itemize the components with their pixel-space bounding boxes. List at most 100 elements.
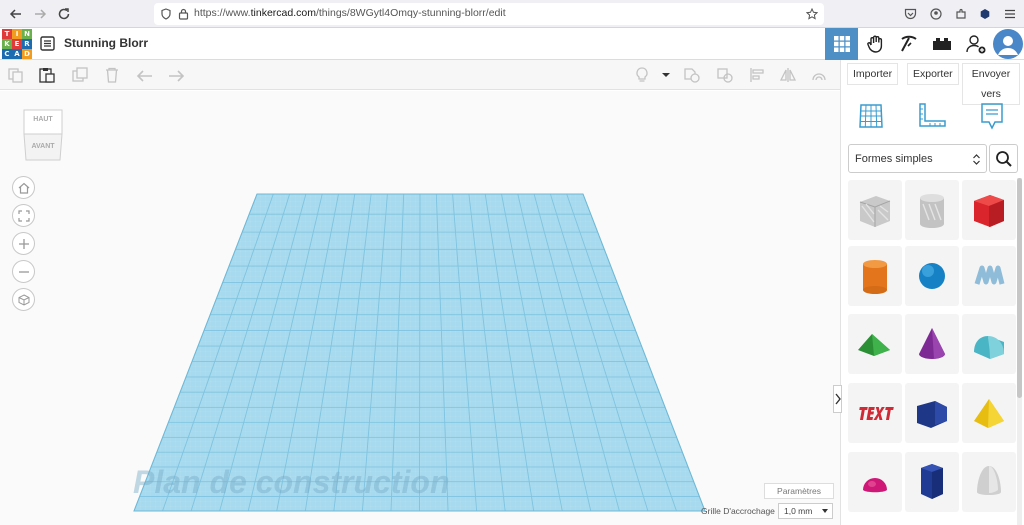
copy-icon[interactable] [7, 67, 25, 83]
view-cube[interactable] [20, 106, 66, 164]
cruise-icon[interactable] [810, 67, 828, 83]
extension-hexagon-icon[interactable] [979, 8, 991, 20]
ungroup-icon[interactable] [716, 67, 734, 83]
invite-people-button[interactable] [959, 28, 992, 60]
bricks-button[interactable] [925, 28, 958, 60]
shape-cone[interactable] [905, 314, 959, 374]
align-icon[interactable] [749, 67, 767, 83]
shape-cylinder-hole[interactable] [905, 180, 959, 240]
logo-letter: T [2, 29, 12, 39]
chevron-right-icon [834, 393, 841, 405]
shape-text[interactable] [848, 383, 902, 443]
workplane-label: Plan de construction [133, 464, 450, 500]
duplicate-icon[interactable] [71, 67, 89, 83]
fit-icon [17, 209, 30, 222]
logo-letter: R [22, 39, 32, 49]
dropdown-triangle-icon [822, 509, 828, 513]
search-shapes-button[interactable] [989, 144, 1018, 173]
snap-grid-value: 1,0 mm [784, 506, 813, 516]
forward-arrow-icon [35, 9, 47, 19]
zoom-in-button[interactable] [12, 232, 35, 255]
shape-cylinder[interactable] [848, 246, 902, 306]
reload-icon [58, 8, 70, 20]
workplane-grid[interactable] [0, 91, 840, 525]
hexagonal-prism-icon [921, 464, 943, 499]
grid-view-icon [833, 36, 850, 52]
design-list-icon[interactable] [40, 36, 55, 51]
pocket-icon[interactable] [904, 8, 917, 20]
tinkercad-logo[interactable]: T I N K E R C A D [2, 29, 32, 59]
pickaxe-icon [900, 35, 917, 52]
logo-letter: D [22, 49, 32, 59]
redo-icon[interactable] [167, 67, 185, 83]
send-to-button[interactable]: Envoyer vers [962, 63, 1020, 105]
export-button[interactable]: Exporter [907, 63, 959, 85]
app-header: T I N K E R C A D Stunning Blorr [0, 28, 1024, 60]
shape-scribble[interactable] [962, 246, 1016, 306]
ortho-view-button[interactable] [12, 288, 35, 311]
logo-letter: I [12, 29, 22, 39]
delete-icon[interactable] [103, 67, 121, 83]
back-button[interactable] [6, 4, 26, 24]
3d-viewport[interactable]: Plan de construction HAUT AVANT Paramètr… [0, 91, 842, 525]
shape-pyramid[interactable] [962, 383, 1016, 443]
collapse-panel-tab[interactable] [833, 385, 842, 413]
shape-round-roof[interactable] [962, 314, 1016, 374]
circuits-button[interactable] [859, 28, 892, 60]
zoom-out-button[interactable] [12, 260, 35, 283]
home-view-button[interactable] [12, 176, 35, 199]
snap-grid-select[interactable]: 1,0 mm [778, 503, 833, 519]
paste-icon[interactable] [38, 67, 56, 83]
codeblocks-button[interactable] [892, 28, 925, 60]
text-shape-icon [859, 407, 894, 420]
shape-roof[interactable] [848, 314, 902, 374]
menu-icon[interactable] [1004, 8, 1016, 20]
account-icon[interactable] [930, 8, 942, 20]
import-button[interactable]: Importer [847, 63, 899, 85]
logo-letter: K [2, 39, 12, 49]
lock-icon [178, 8, 189, 20]
shape-box[interactable] [962, 180, 1016, 240]
pyramid-icon [974, 399, 1004, 428]
address-bar[interactable]: https://www.tinkercad.com/things/8WGytl4… [154, 3, 824, 25]
shape-half-sphere[interactable] [848, 452, 902, 512]
view-cube-top-label[interactable]: HAUT [20, 116, 66, 123]
updown-chevron-icon [973, 154, 980, 165]
minus-icon [18, 270, 29, 273]
workplane-icon[interactable] [857, 102, 885, 130]
shape-category-select[interactable]: Formes simples [848, 144, 987, 173]
group-icon[interactable] [683, 67, 701, 83]
shape-box-hole[interactable] [848, 180, 902, 240]
shape-polygon[interactable] [905, 383, 959, 443]
shape-sphere[interactable] [905, 246, 959, 306]
lightbulb-icon[interactable] [633, 67, 651, 83]
logo-letter: C [2, 49, 12, 59]
ruler-icon[interactable] [917, 102, 947, 130]
forward-button[interactable] [30, 4, 50, 24]
notes-icon[interactable] [979, 102, 1005, 132]
home-icon [18, 182, 29, 194]
extensions-icon[interactable] [955, 8, 967, 20]
3d-view-button[interactable] [825, 28, 858, 60]
logo-letter: N [22, 29, 32, 39]
edit-toolbar [0, 60, 840, 90]
shape-paraboloid[interactable] [962, 452, 1016, 512]
bookmark-star-icon[interactable] [806, 8, 818, 20]
cylinder-hole-icon [920, 194, 944, 228]
user-avatar[interactable] [991, 28, 1024, 60]
settings-button[interactable]: Paramètres [764, 483, 834, 499]
shape-hexagonal-prism[interactable] [905, 452, 959, 512]
shapes-panel: Importer Exporter Envoyer vers Formes si… [840, 60, 1024, 525]
mirror-icon[interactable] [779, 67, 797, 83]
scribble-icon [974, 265, 1005, 285]
design-title[interactable]: Stunning Blorr [64, 36, 148, 50]
fit-view-button[interactable] [12, 204, 35, 227]
view-cube-front-label[interactable]: AVANT [20, 143, 66, 150]
snap-grid-label: Grille D'accrochage [701, 506, 775, 516]
hand-icon [866, 35, 882, 53]
shield-icon [161, 8, 171, 20]
chevron-down-icon[interactable] [657, 67, 675, 83]
undo-icon[interactable] [136, 67, 154, 83]
reload-button[interactable] [54, 4, 74, 24]
shapes-scrollbar[interactable] [1017, 178, 1022, 525]
